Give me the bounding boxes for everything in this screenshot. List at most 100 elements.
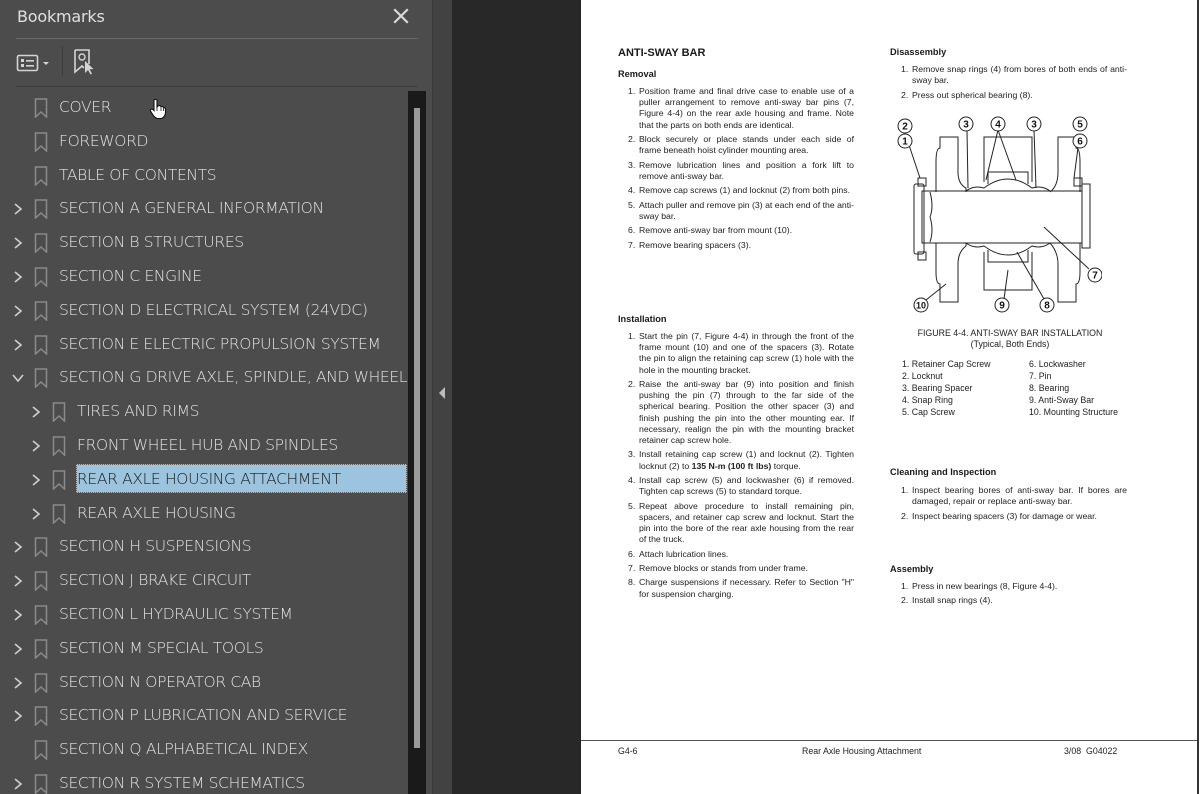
- bookmark-icon: [34, 368, 48, 390]
- bookmark-item[interactable]: REAR AXLE HOUSING ATTACHMENT: [0, 463, 408, 496]
- chevron-right-icon[interactable]: [12, 338, 24, 352]
- step-text: Attach puller and remove pin (3) at each…: [639, 199, 854, 221]
- procedure-step: 7. Remove bearing spacers (3).: [628, 240, 854, 251]
- svg-text:5: 5: [1077, 120, 1083, 131]
- chevron-right-icon[interactable]: [12, 777, 24, 791]
- chevron-right-icon[interactable]: [12, 608, 24, 622]
- step-text: Remove snap rings (4) from bores of both…: [912, 64, 1127, 86]
- bookmark-item[interactable]: FRONT WHEEL HUB AND SPINDLES: [0, 429, 408, 462]
- bookmark-label: SECTION G DRIVE AXLE, SPINDLE, AND WHEEL…: [59, 368, 408, 387]
- step-text: Attach lubrication lines.: [639, 548, 729, 559]
- chevron-right-icon[interactable]: [12, 676, 24, 690]
- step-text: Install snap rings (4).: [912, 595, 993, 606]
- chevron-right-icon[interactable]: [12, 304, 24, 318]
- find-current-bookmark-icon: [74, 49, 94, 75]
- options-menu-button[interactable]: [16, 52, 56, 74]
- bookmark-icon: [34, 267, 48, 288]
- chevron-right-icon[interactable]: [12, 642, 24, 656]
- chevron-right-icon[interactable]: [12, 540, 24, 554]
- bookmark-icon: [34, 301, 48, 322]
- chevron-right-icon[interactable]: [12, 202, 24, 216]
- bookmark-item[interactable]: SECTION E ELECTRIC PROPULSION SYSTEM: [0, 328, 408, 361]
- bookmark-label: SECTION R SYSTEM SCHEMATICS: [59, 774, 305, 792]
- bookmark-icon: [34, 233, 48, 254]
- bookmark-item[interactable]: SECTION B STRUCTURES: [0, 226, 408, 259]
- bookmark-item[interactable]: TIRES AND RIMS: [0, 395, 408, 428]
- bookmark-item[interactable]: SECTION D ELECTRICAL SYSTEM (24VDC): [0, 294, 408, 327]
- step-text: Inspect bearing bores of anti-sway bar. …: [912, 485, 1127, 507]
- bookmark-label: SECTION L HYDRAULIC SYSTEM: [59, 605, 293, 623]
- bookmark-item[interactable]: SECTION P LUBRICATION AND SERVICE: [0, 699, 408, 732]
- chevron-right-icon[interactable]: [12, 574, 24, 588]
- callout-5: 5: [1072, 116, 1088, 132]
- bookmark-item[interactable]: SECTION L HYDRAULIC SYSTEM: [0, 598, 408, 631]
- bookmark-label: SECTION P LUBRICATION AND SERVICE: [59, 706, 348, 725]
- bookmark-item[interactable]: TABLE OF CONTENTS: [0, 159, 408, 192]
- procedure-step: 1. Position frame and final drive case to…: [628, 86, 854, 131]
- step-number: 2.: [628, 134, 636, 144]
- bookmark-item[interactable]: SECTION N OPERATOR CAB: [0, 666, 408, 699]
- procedure-step: 3. Remove lubrication lines and position …: [628, 160, 854, 182]
- bookmark-icon: [34, 199, 48, 221]
- step-number: 2.: [628, 379, 636, 389]
- footer-date-code: 3/08 G04022: [1064, 746, 1118, 756]
- bookmark-item[interactable]: SECTION A GENERAL INFORMATION: [0, 192, 408, 225]
- step-number: 5.: [628, 500, 636, 511]
- chevron-down-icon[interactable]: [12, 371, 24, 385]
- chevron-right-icon[interactable]: [30, 405, 42, 419]
- installation-steps: 1. Start the pin (7, Figure 4-4) in throu…: [628, 331, 854, 603]
- bookmark-item[interactable]: REAR AXLE HOUSING: [0, 497, 408, 530]
- step-number: 1.: [901, 64, 909, 74]
- chevron-right-icon[interactable]: [30, 473, 42, 487]
- figure-caption: FIGURE 4-4. ANTI-SWAY BAR INSTALLATION (…: [890, 328, 1130, 349]
- step-text: Remove anti-sway bar from mount (10).: [639, 225, 793, 236]
- bookmark-label: SECTION C ENGINE: [59, 267, 202, 285]
- bookmark-item[interactable]: SECTION Q ALPHABETICAL INDEX: [0, 733, 408, 766]
- scrollbar-thumb[interactable]: [414, 108, 420, 748]
- bookmark-item[interactable]: SECTION G DRIVE AXLE, SPINDLE, AND WHEEL…: [0, 361, 408, 394]
- step-number: 1.: [628, 86, 636, 96]
- step-number: 3.: [628, 449, 636, 460]
- bookmark-item[interactable]: SECTION H SUSPENSIONS: [0, 530, 408, 563]
- bookmark-item[interactable]: FOREWORD: [0, 125, 408, 158]
- bookmark-icon: [34, 98, 48, 119]
- disassembly-heading: Disassembly: [890, 47, 947, 57]
- procedure-step: 8. Charge suspensions if necessary. Refer…: [628, 577, 854, 599]
- collapse-panel-button[interactable]: [437, 386, 447, 400]
- svg-text:3: 3: [1031, 120, 1037, 131]
- legend-entry: 8. Bearing: [1029, 383, 1070, 393]
- bookmark-icon: [34, 334, 48, 356]
- bookmark-label: FRONT WHEEL HUB AND SPINDLES: [77, 436, 338, 454]
- find-current-bookmark-button[interactable]: [72, 48, 98, 76]
- chevron-right-icon[interactable]: [30, 439, 42, 453]
- step-number: 2.: [901, 89, 909, 100]
- step-text: Start the pin (7, Figure 4-4) in through…: [639, 331, 854, 375]
- chevron-right-icon[interactable]: [30, 507, 42, 521]
- bookmark-label: SECTION J BRAKE CIRCUIT: [59, 571, 252, 590]
- step-text: Install cap screw (5) and lockwasher (6)…: [639, 475, 854, 497]
- step-text: Inspect bearing spacers (3) for damage o…: [912, 510, 1097, 521]
- legend-right-column: 6. Lockwasher 7. Pin 8. Bearing 9. Anti-Swa…: [1029, 358, 1118, 418]
- figure-legend: 1. Retainer Cap Screw 2. Locknut 3. Bearin…: [902, 358, 1142, 420]
- bookmark-icon: [34, 774, 48, 794]
- bookmark-item[interactable]: SECTION R SYSTEM SCHEMATICS: [0, 767, 408, 794]
- chevron-right-icon[interactable]: [12, 709, 24, 723]
- close-icon[interactable]: [390, 5, 412, 27]
- bookmark-item[interactable]: SECTION J BRAKE CIRCUIT: [0, 564, 408, 597]
- legend-entry: 3. Bearing Spacer: [902, 383, 973, 393]
- chevron-right-icon[interactable]: [12, 270, 24, 284]
- bookmark-icon: [34, 165, 48, 187]
- chevron-right-icon[interactable]: [12, 236, 24, 250]
- svg-text:2: 2: [902, 122, 908, 133]
- bookmark-item[interactable]: SECTION M SPECIAL TOOLS: [0, 632, 408, 665]
- step-text: Press in new bearings (8, Figure 4-4).: [912, 581, 1058, 591]
- bookmark-label: REAR AXLE HOUSING ATTACHMENT: [77, 469, 341, 488]
- assembly-heading: Assembly: [890, 564, 934, 574]
- bookmark-item[interactable]: COVER: [0, 91, 408, 124]
- step-text: Remove lubrication lines and position a …: [639, 159, 854, 181]
- bookmark-icon: [34, 740, 48, 761]
- header-divider: [16, 38, 418, 39]
- toolbar-separator: [62, 46, 63, 76]
- bookmark-item[interactable]: SECTION C ENGINE: [0, 260, 408, 293]
- panel-header: Bookmarks: [0, 0, 432, 38]
